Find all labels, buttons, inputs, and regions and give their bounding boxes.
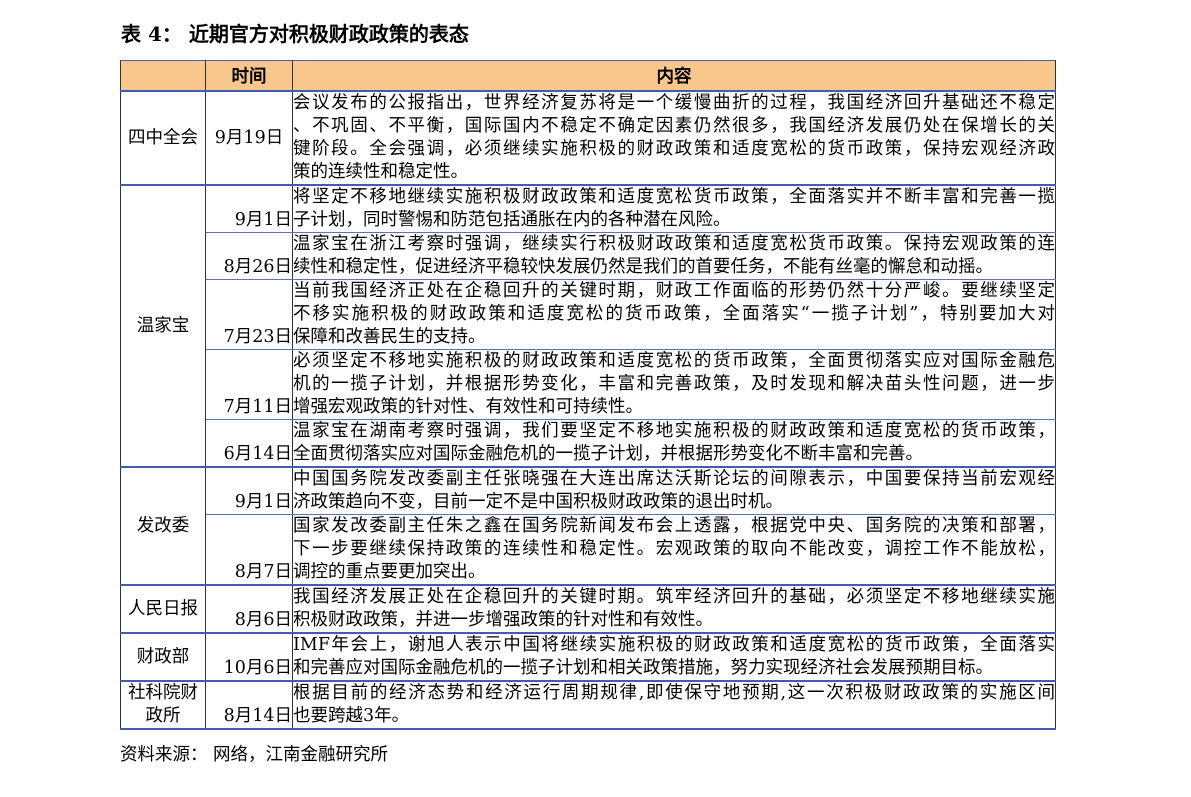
content-cell: 温家宝在浙江考察时强调，继续实行积极财政政策和适度宽松货币政策。保持宏观政策的连… <box>292 232 1056 280</box>
content-line: 机的一揽子计划，并根据形势变化，丰富和完善政策，及时发现和解决苗头性问题，进一步 <box>293 374 1055 394</box>
date-cell: 8月14日 <box>205 681 293 730</box>
table-row: 社科院财政所 8月14日 根据目前的经济态势和经济运行周期规律,即使保守地预期,… <box>120 681 1056 730</box>
content-cell: 中国国务院发改委副主任张晓强在大连出席达沃斯论坛的间隙表示，中国要保持当前宏观经… <box>292 467 1056 515</box>
policy-table: 时间 内容 四中全会 9月19日 会议发布的公报指出，世界经济复苏将是一个缓慢曲… <box>120 60 1056 730</box>
header-date: 时间 <box>205 60 293 92</box>
content-cell: 会议发布的公报指出，世界经济复苏将是一个缓慢曲折的过程，我国经济回升基础还不稳定… <box>292 91 1056 186</box>
content-cell: 我国经济发展正处在企稳回升的关键时期。筑牢经济回升的基础，必须坚定不移地继续实施… <box>292 585 1056 634</box>
table-row: 发改委 9月1日 中国国务院发改委副主任张晓强在大连出席达沃斯论坛的间隙表示，中… <box>120 467 1056 586</box>
content-line: 会议发布的公报指出，世界经济复苏将是一个缓慢曲折的过程，我国经济回升基础还不稳定 <box>293 93 1055 113</box>
content-line: 续性和稳定性，促进经济平稳较快发展仍然是我们的首要任务，不能有丝毫的懈怠和动摇。 <box>293 257 993 277</box>
content-line: 国家发改委副主任朱之鑫在国务院新闻发布会上透露，根据党中央、国务院的决策和部署， <box>293 516 1055 536</box>
header-row: 时间 内容 <box>120 60 1056 92</box>
content-line: 下一步要继续保持政策的连续性和稳定性。宏观政策的取向不能改变，调控工作不能放松， <box>293 539 1055 559</box>
date-cell: 9月1日 <box>205 467 293 515</box>
date-cell: 9月19日 <box>205 91 293 186</box>
content-cell: 当前我国经济正处在企稳回升的关键时期，财政工作面临的形势仍然十分严峻。要继续坚定… <box>292 279 1056 350</box>
content-line: 中国国务院发改委副主任张晓强在大连出席达沃斯论坛的间隙表示，中国要保持当前宏观经 <box>293 469 1055 489</box>
source-cell: 社科院财政所 <box>120 681 206 730</box>
source-note: 资料来源： 网络，江南金融研究所 <box>120 745 389 765</box>
group-wen-jiabao: 温家宝 9月1日 将坚定不移地继续实施积极财政政策和适度宽松货币政策，全面落实并… <box>120 185 1056 468</box>
date-cell: 7月11日 <box>205 349 293 420</box>
table-row: 人民日报 8月6日 我国经济发展正处在企稳回升的关键时期。筑牢经济回升的基础，必… <box>120 585 1056 634</box>
table-row: 6月14日 温家宝在湖南考察时强调，我们要坚定不移地实施积极的财政政策和适度宽松… <box>121 419 1056 468</box>
table-row: 7月11日 必须坚定不移地实施积极的财政政策和适度宽松的货币政策，全面贯彻落实应… <box>121 349 1056 420</box>
date-cell: 10月6日 <box>205 633 293 682</box>
content-cell: 根据目前的经济态势和经济运行周期规律,即使保守地预期,这一次积极财政政策的实施区… <box>292 681 1056 730</box>
table-header: 时间 内容 <box>120 60 1056 92</box>
page-title: 表 4： 近期官方对积极财政政策的表态 <box>121 22 469 46</box>
source-cell: 财政部 <box>120 633 206 682</box>
content-line: 济政策趋向不变，目前一定不是中国积极财政政策的退出时机。 <box>293 492 783 512</box>
header-source-cell <box>120 60 206 92</box>
table-row: 7月23日 当前我国经济正处在企稳回升的关键时期，财政工作面临的形势仍然十分严峻… <box>121 279 1056 350</box>
group-ndrc: 发改委 9月1日 中国国务院发改委副主任张晓强在大连出席达沃斯论坛的间隙表示，中… <box>120 467 1056 586</box>
table-row: 8月7日 国家发改委副主任朱之鑫在国务院新闻发布会上透露，根据党中央、国务院的决… <box>121 514 1056 586</box>
source-cell: 温家宝 <box>120 185 206 468</box>
date-cell: 6月14日 <box>205 419 293 468</box>
date-cell: 8月7日 <box>205 514 293 586</box>
table-row: 8月26日 温家宝在浙江考察时强调，继续实行积极财政政策和适度宽松货币政策。保持… <box>121 232 1056 280</box>
content-line: 调控的重点要更加突出。 <box>293 562 486 582</box>
content-line: 不移实施积极的财政政策和适度宽松的货币政策，全面落实“一揽子计划”，特别要加大对 <box>293 304 1055 324</box>
content-line: 和完善应对国际金融危机的一揽子计划和相关政策措施，努力实现经济社会发展预期目标。 <box>293 658 993 678</box>
content-cell: 必须坚定不移地实施积极的财政政策和适度宽松的货币政策，全面贯彻落实应对国际金融危… <box>292 349 1056 420</box>
content-line: 将坚定不移地继续实施积极财政政策和适度宽松货币政策，全面落实并不断丰富和完善一揽 <box>293 187 1055 207</box>
date-cell: 7月23日 <box>205 279 293 350</box>
table-row: 财政部 10月6日 IMF年会上，谢旭人表示中国将继续实施积极的财政政策和适度宽… <box>120 633 1056 682</box>
source-cell: 四中全会 <box>120 91 206 186</box>
table-row: 温家宝 9月1日 将坚定不移地继续实施积极财政政策和适度宽松货币政策，全面落实并… <box>120 185 1056 468</box>
document-page: 表 4： 近期官方对积极财政政策的表态 时间 内容 四中全会 9月19日 会议发… <box>120 20 1056 767</box>
header-content: 内容 <box>292 60 1056 92</box>
group-cass-fiscal-institute: 社科院财政所 8月14日 根据目前的经济态势和经济运行周期规律,即使保守地预期,… <box>120 681 1056 730</box>
group-fourth-plenum: 四中全会 9月19日 会议发布的公报指出，世界经济复苏将是一个缓慢曲折的过程，我… <box>120 91 1056 186</box>
content-line: 保障和改善民生的支持。 <box>293 327 486 347</box>
content-line: 根据目前的经济态势和经济运行周期规律,即使保守地预期,这一次积极财政政策的实施区… <box>293 683 1055 703</box>
date-cell: 8月26日 <box>205 232 293 280</box>
content-line: 全面贯彻落实应对国际金融危机的一揽子计划，并根据形势变化不断丰富和完善。 <box>293 444 923 464</box>
content-line: 、不巩固、不平衡，国际国内不稳定不确定因素仍然很多，我国经济发展仍处在保增长的关 <box>293 116 1055 136</box>
content-line: 键阶段。全会强调，必须继续实施积极的财政政策和适度宽松的货币政策，保持宏观经济政 <box>293 139 1055 159</box>
content-line: 我国经济发展正处在企稳回升的关键时期。筑牢经济回升的基础，必须坚定不移地继续实施 <box>293 587 1055 607</box>
content-line: IMF年会上，谢旭人表示中国将继续实施积极的财政政策和适度宽松的货币政策，全面落… <box>293 635 1055 655</box>
content-line: 子计划，同时警惕和防范包括通胀在内的各种潜在风险。 <box>293 210 731 230</box>
content-line: 也要跨越3年。 <box>293 706 410 726</box>
date-cell: 8月6日 <box>205 585 293 634</box>
content-line: 策的连续性和稳定性。 <box>293 162 468 182</box>
content-cell: 将坚定不移地继续实施积极财政政策和适度宽松货币政策，全面落实并不断丰富和完善一揽… <box>292 185 1056 233</box>
content-cell: 国家发改委副主任朱之鑫在国务院新闻发布会上透露，根据党中央、国务院的决策和部署，… <box>292 514 1056 586</box>
group-peoples-daily: 人民日报 8月6日 我国经济发展正处在企稳回升的关键时期。筑牢经济回升的基础，必… <box>120 585 1056 634</box>
content-line: 积极财政政策，并进一步增强政策的针对性和有效性。 <box>293 610 713 630</box>
source-cell: 人民日报 <box>120 585 206 634</box>
content-line: 必须坚定不移地实施积极的财政政策和适度宽松的货币政策，全面贯彻落实应对国际金融危 <box>293 351 1055 371</box>
table-row: 四中全会 9月19日 会议发布的公报指出，世界经济复苏将是一个缓慢曲折的过程，我… <box>120 91 1056 186</box>
content-cell: IMF年会上，谢旭人表示中国将继续实施积极的财政政策和适度宽松的货币政策，全面落… <box>292 633 1056 682</box>
date-cell: 9月1日 <box>205 185 293 233</box>
content-line: 当前我国经济正处在企稳回升的关键时期，财政工作面临的形势仍然十分严峻。要继续坚定 <box>293 281 1055 301</box>
content-line: 温家宝在浙江考察时强调，继续实行积极财政政策和适度宽松货币政策。保持宏观政策的连 <box>293 234 1055 254</box>
content-line: 温家宝在湖南考察时强调，我们要坚定不移地实施积极的财政政策和适度宽松的货币政策， <box>293 421 1055 441</box>
content-line: 增强宏观政策的针对性、有效性和可持续性。 <box>293 397 643 417</box>
source-cell: 发改委 <box>120 467 206 586</box>
group-ministry-of-finance: 财政部 10月6日 IMF年会上，谢旭人表示中国将继续实施积极的财政政策和适度宽… <box>120 633 1056 682</box>
content-cell: 温家宝在湖南考察时强调，我们要坚定不移地实施积极的财政政策和适度宽松的货币政策，… <box>292 419 1056 468</box>
